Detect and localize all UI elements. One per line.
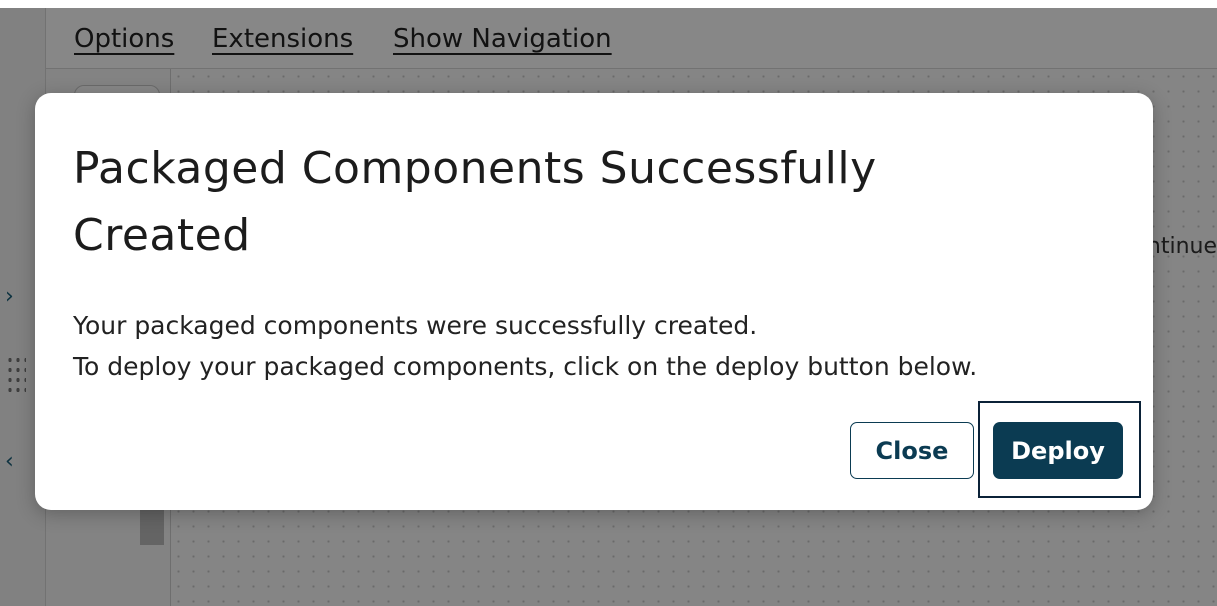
dialog-message: Your packaged components were successful… [73,305,1133,387]
close-button[interactable]: Close [850,422,974,479]
dialog-message-line-2: To deploy your packaged components, clic… [73,352,978,381]
top-strip [0,0,1217,8]
dialog-title: Packaged Components Successfully Created [73,143,877,261]
dialog-message-line-1: Your packaged components were successful… [73,311,758,340]
success-dialog: Packaged Components Successfully Created… [35,93,1153,510]
deploy-button[interactable]: Deploy [993,422,1123,479]
